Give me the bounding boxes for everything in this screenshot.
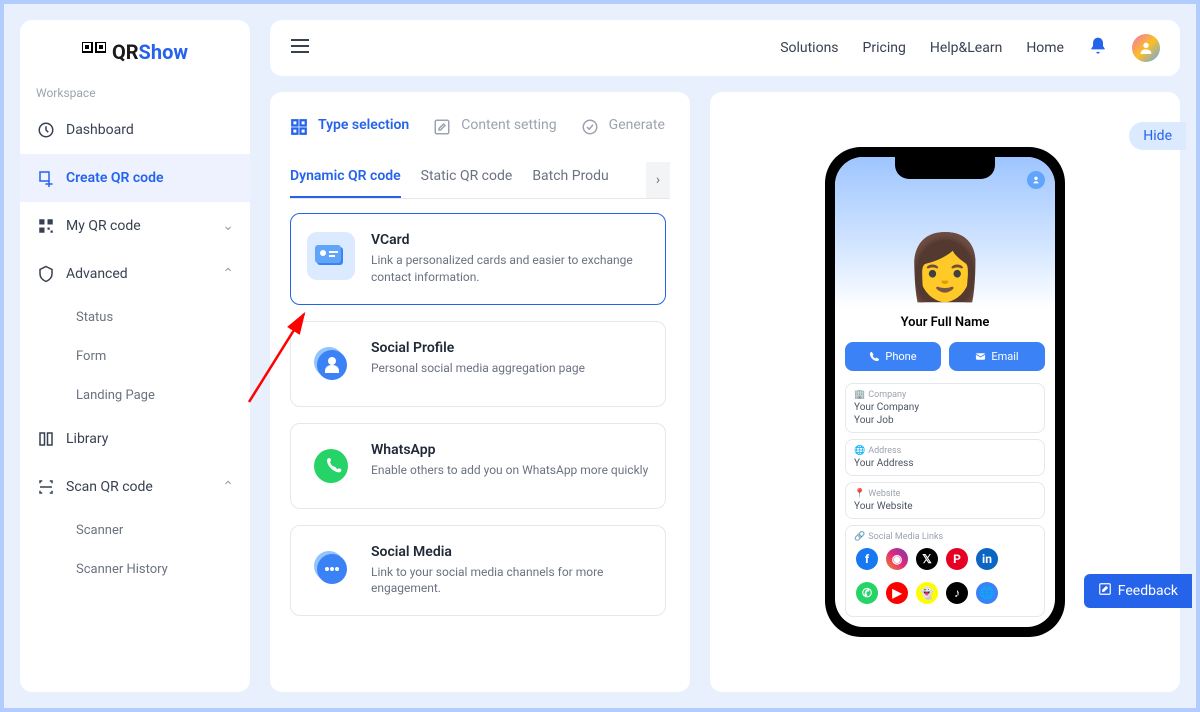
social-profile-icon [307, 340, 355, 388]
nav-home[interactable]: Home [1026, 40, 1064, 56]
preview-name: Your Full Name [835, 309, 1055, 336]
sidebar-sub-scanner[interactable]: Scanner [20, 511, 250, 550]
sidebar-item-label: Advanced [66, 266, 128, 282]
topbar: Solutions Pricing Help&Learn Home [270, 20, 1180, 76]
dashboard-icon [36, 120, 56, 140]
qr-type-tabs: Dynamic QR code Static QR code Batch Pro… [290, 154, 670, 199]
sidebar-item-dashboard[interactable]: Dashboard [20, 106, 250, 154]
phone-mockup: 👩 Your Full Name Phone Email 🏢Company Yo… [825, 147, 1065, 637]
preview-avatar: 👩 [905, 230, 985, 305]
email-button[interactable]: Email [949, 342, 1045, 371]
advanced-icon [36, 264, 56, 284]
chevron-up-icon: ⌃ [222, 479, 234, 495]
type-whatsapp[interactable]: WhatsApp Enable others to add you on Wha… [290, 423, 666, 509]
workspace-label: Workspace [20, 80, 250, 106]
tabs-scroll-right[interactable]: › [646, 162, 670, 198]
sidebar-item-create-qr[interactable]: Create QR code [20, 154, 250, 202]
website-box: 📍Website Your Website [845, 482, 1045, 519]
snapchat-icon: 👻 [916, 582, 938, 604]
sidebar-sub-scanner-history[interactable]: Scanner History [20, 550, 250, 589]
phone-button[interactable]: Phone [845, 342, 941, 371]
sidebar-item-label: Scan QR code [66, 479, 153, 495]
preview-hero: 👩 [835, 157, 1055, 309]
phone-notch [895, 157, 995, 179]
check-circle-icon [581, 118, 601, 138]
logo: QRShow [20, 20, 250, 80]
step-type-selection[interactable]: Type selection [290, 116, 409, 138]
type-social-profile[interactable]: Social Profile Personal social media agg… [290, 321, 666, 407]
pin-icon: 📍 [854, 489, 865, 499]
grid-icon [290, 118, 310, 138]
phone-screen: 👩 Your Full Name Phone Email 🏢Company Yo… [835, 157, 1055, 627]
edit-icon [1098, 582, 1112, 600]
sidebar: QRShow Workspace Dashboard Create QR cod… [20, 20, 250, 692]
hide-button[interactable]: Hide [1129, 122, 1186, 150]
step-generate[interactable]: Generate [581, 116, 665, 138]
linkedin-icon: in [976, 548, 998, 570]
sidebar-sub-status[interactable]: Status [20, 298, 250, 337]
whatsapp-icon [307, 442, 355, 490]
sidebar-item-label: Library [66, 431, 108, 447]
globe-icon: 🌐 [854, 446, 865, 456]
feedback-button[interactable]: Feedback [1084, 574, 1192, 608]
whatsapp-icon: ✆ [856, 582, 878, 604]
tiktok-icon: ♪ [946, 582, 968, 604]
type-social-media[interactable]: Social Media Link to your social media c… [290, 525, 666, 617]
qr-icon [82, 42, 106, 63]
sidebar-item-advanced[interactable]: Advanced ⌃ [20, 250, 250, 298]
myqr-icon [36, 216, 56, 236]
youtube-icon: ▶ [886, 582, 908, 604]
pinterest-icon: P [946, 548, 968, 570]
step-content-setting[interactable]: Content setting [433, 116, 556, 138]
social-box: 🔗Social Media Links f ◉ 𝕏 P in ✆ ▶ [845, 525, 1045, 617]
facebook-icon: f [856, 548, 878, 570]
avatar[interactable] [1132, 34, 1160, 62]
company-box: 🏢Company Your Company Your Job [845, 383, 1045, 433]
sidebar-item-library[interactable]: Library [20, 415, 250, 463]
address-box: 🌐Address Your Address [845, 439, 1045, 476]
type-list: VCard Link a personalized cards and easi… [290, 213, 670, 676]
type-vcard[interactable]: VCard Link a personalized cards and easi… [290, 213, 666, 305]
sidebar-item-my-qr[interactable]: My QR code ⌄ [20, 202, 250, 250]
edit-icon [433, 118, 453, 138]
tab-batch[interactable]: Batch Produ [532, 162, 608, 198]
tab-static[interactable]: Static QR code [421, 162, 513, 198]
hamburger-icon[interactable] [290, 38, 310, 58]
chevron-down-icon: ⌄ [222, 218, 234, 234]
scan-icon [36, 477, 56, 497]
nav-solutions[interactable]: Solutions [780, 40, 838, 56]
tab-dynamic[interactable]: Dynamic QR code [290, 162, 401, 198]
sidebar-item-scan[interactable]: Scan QR code ⌃ [20, 463, 250, 511]
sidebar-sub-landing[interactable]: Landing Page [20, 376, 250, 415]
social-media-icon [307, 544, 355, 592]
sidebar-sub-form[interactable]: Form [20, 337, 250, 376]
sidebar-item-label: Create QR code [66, 170, 164, 186]
share-icon [1027, 171, 1045, 189]
nav-help[interactable]: Help&Learn [930, 40, 1002, 56]
vcard-icon [307, 232, 355, 280]
library-icon [36, 429, 56, 449]
bell-icon[interactable] [1088, 36, 1108, 60]
sidebar-item-label: My QR code [66, 218, 141, 234]
wizard-steps: Type selection Content setting Generate [290, 108, 670, 154]
chevron-up-icon: ⌃ [222, 266, 234, 282]
instagram-icon: ◉ [886, 548, 908, 570]
create-icon [36, 168, 56, 188]
x-icon: 𝕏 [916, 548, 938, 570]
type-selection-card: Type selection Content setting Generate … [270, 92, 690, 692]
share-icon: 🔗 [854, 532, 865, 542]
company-icon: 🏢 [854, 390, 865, 400]
nav-pricing[interactable]: Pricing [863, 40, 906, 56]
sidebar-item-label: Dashboard [66, 122, 134, 138]
web-icon: 🌐 [976, 582, 998, 604]
